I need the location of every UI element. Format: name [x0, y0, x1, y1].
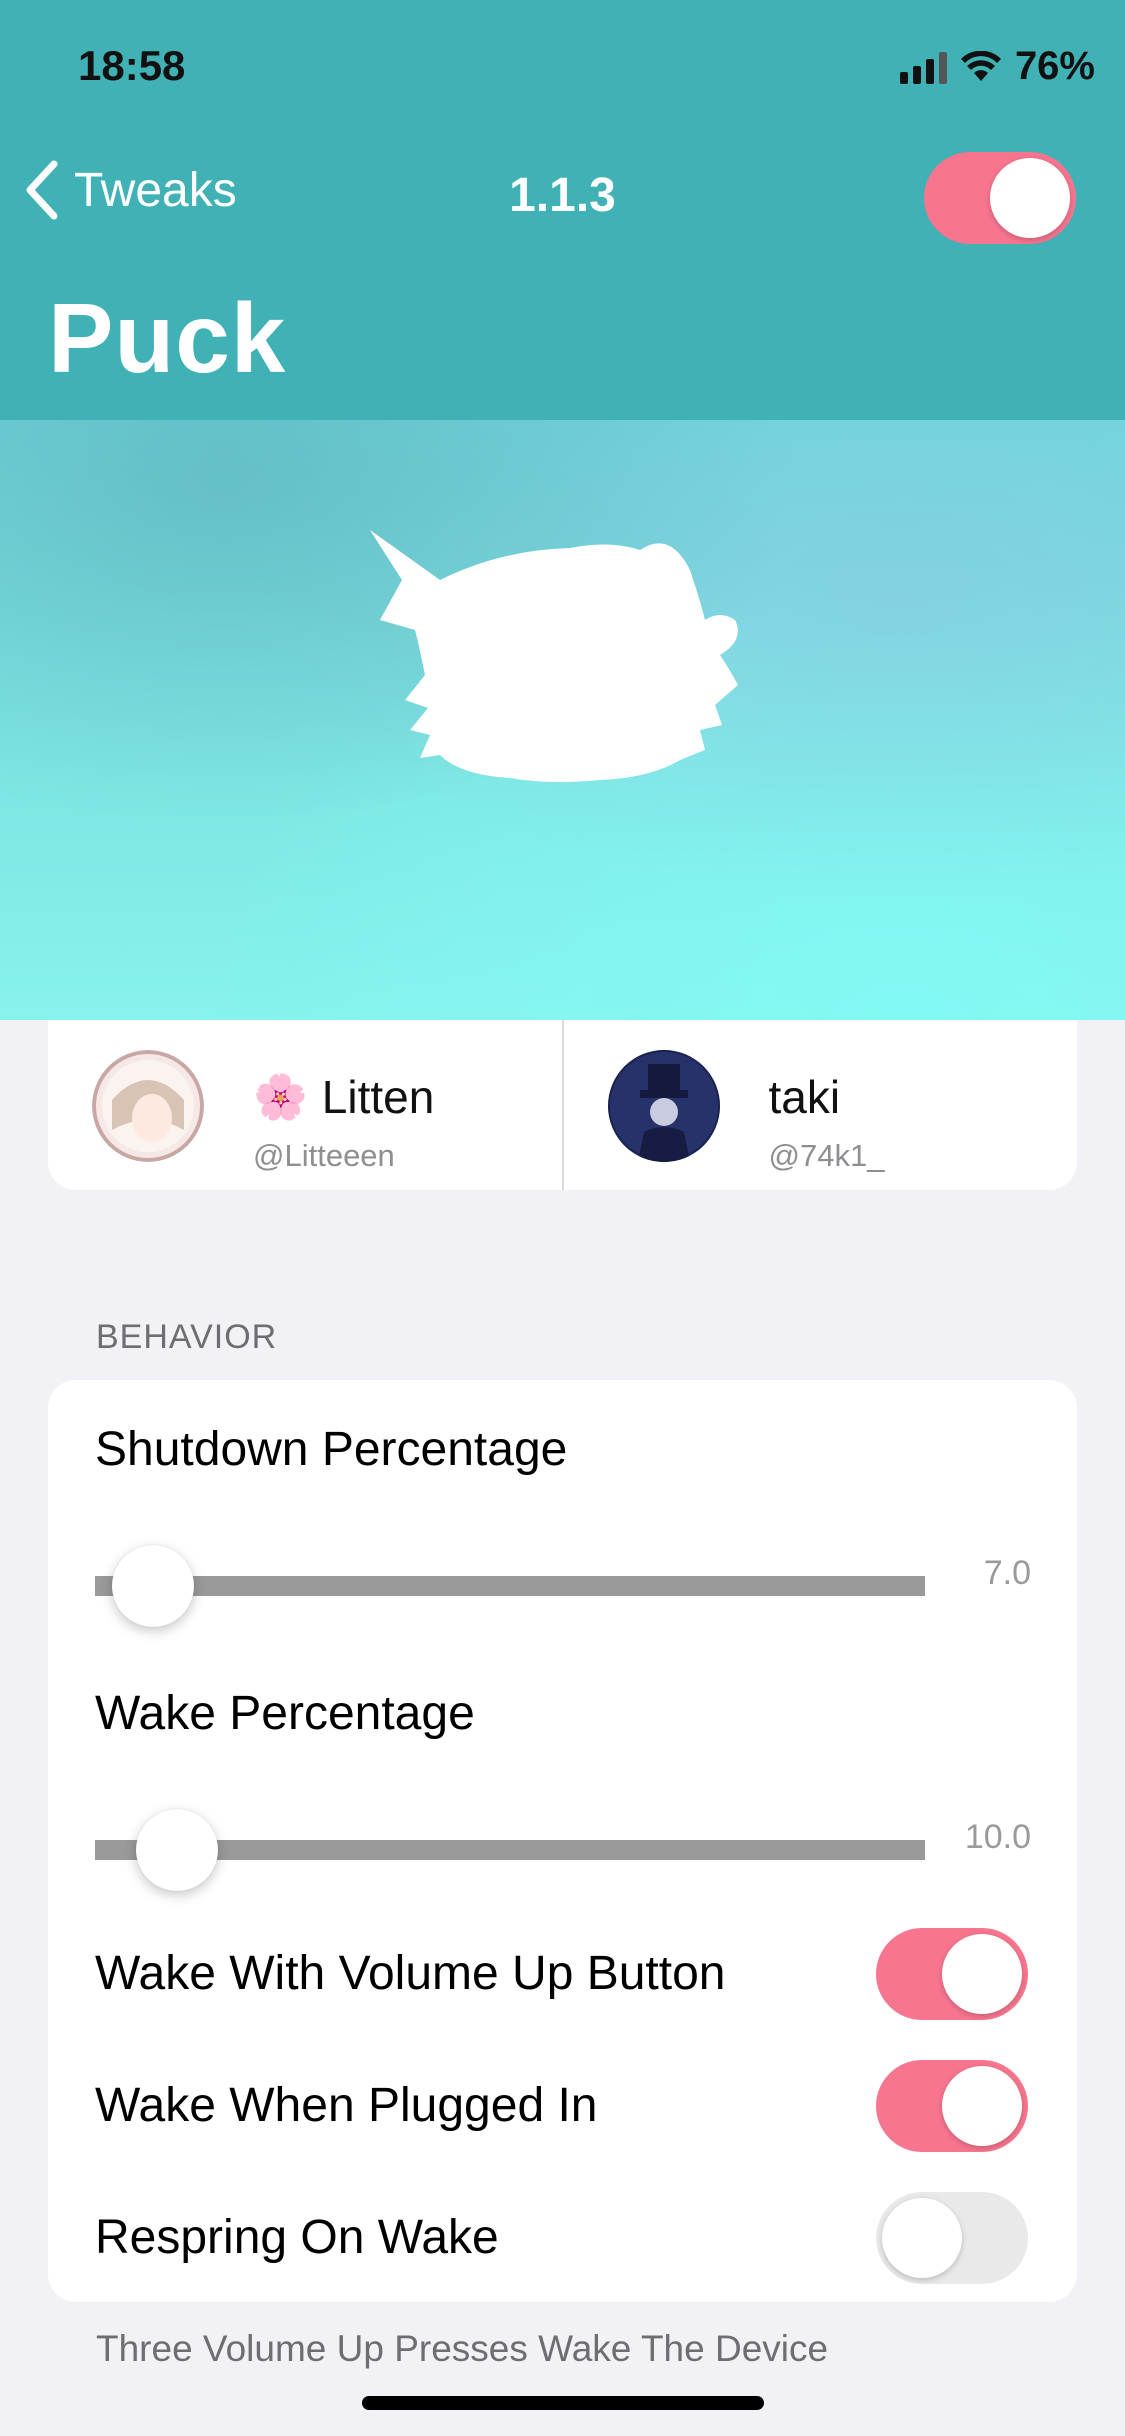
- wake-plugged-in-toggle[interactable]: [876, 2060, 1028, 2152]
- battery-percentage: 76%: [1014, 44, 1095, 88]
- shutdown-percentage-slider[interactable]: [95, 1576, 925, 1596]
- wifi-icon: [960, 50, 1001, 81]
- creator-handle: @Litteeen: [253, 1138, 395, 1173]
- creator-name: taki: [768, 1071, 841, 1123]
- credits-card: 🌸 Litten @Litteeen taki @74k1_: [48, 1020, 1077, 1190]
- cellular-signal-icon: [899, 50, 947, 84]
- enable-tweak-toggle[interactable]: [924, 152, 1076, 244]
- shutdown-percentage-label: Shutdown Percentage: [95, 1423, 568, 1476]
- wake-percentage-slider[interactable]: [95, 1840, 925, 1860]
- creator-name: 🌸 Litten: [253, 1071, 435, 1123]
- section-footer-note: Three Volume Up Presses Wake The Device: [96, 2328, 829, 2369]
- section-header-behavior: BEHAVIOR: [96, 1318, 278, 1356]
- page-title: Puck: [48, 283, 287, 393]
- respring-on-wake-toggle[interactable]: [876, 2192, 1028, 2284]
- creator-taki[interactable]: taki @74k1_: [561, 1020, 1078, 1190]
- wake-percentage-value: 10.0: [964, 1818, 1031, 1856]
- wake-slider-thumb[interactable]: [136, 1809, 218, 1891]
- cherry-blossom-icon: 🌸: [253, 1073, 308, 1122]
- respring-on-wake-label: Respring On Wake: [95, 2211, 499, 2264]
- shutdown-slider-thumb[interactable]: [112, 1545, 194, 1627]
- avatar: [92, 1050, 204, 1162]
- home-indicator[interactable]: [362, 2396, 764, 2410]
- toggle-knob: [990, 158, 1070, 238]
- mascot-silhouette-icon: [370, 530, 738, 783]
- wake-plugged-in-label: Wake When Plugged In: [95, 2079, 598, 2132]
- behavior-settings-card: Shutdown Percentage 7.0 Wake Percentage …: [48, 1380, 1077, 2302]
- header-banner: [0, 420, 1125, 1020]
- navigation-header: 18:58 76% Tweaks 1.1.3 Puck: [0, 0, 1125, 420]
- wake-volume-up-toggle[interactable]: [876, 1928, 1028, 2020]
- shutdown-percentage-value: 7.0: [983, 1554, 1031, 1592]
- wake-volume-up-label: Wake With Volume Up Button: [95, 1947, 726, 2000]
- toggle-knob: [942, 1934, 1022, 2014]
- creator-litten[interactable]: 🌸 Litten @Litteeen: [48, 1020, 562, 1190]
- status-indicators: 76%: [899, 44, 1095, 89]
- wake-percentage-label: Wake Percentage: [95, 1687, 475, 1740]
- creator-handle: @74k1_: [768, 1138, 885, 1173]
- avatar: [607, 1050, 720, 1162]
- toggle-knob: [882, 2198, 962, 2278]
- status-time: 18:58: [78, 42, 186, 89]
- toggle-knob: [942, 2066, 1022, 2146]
